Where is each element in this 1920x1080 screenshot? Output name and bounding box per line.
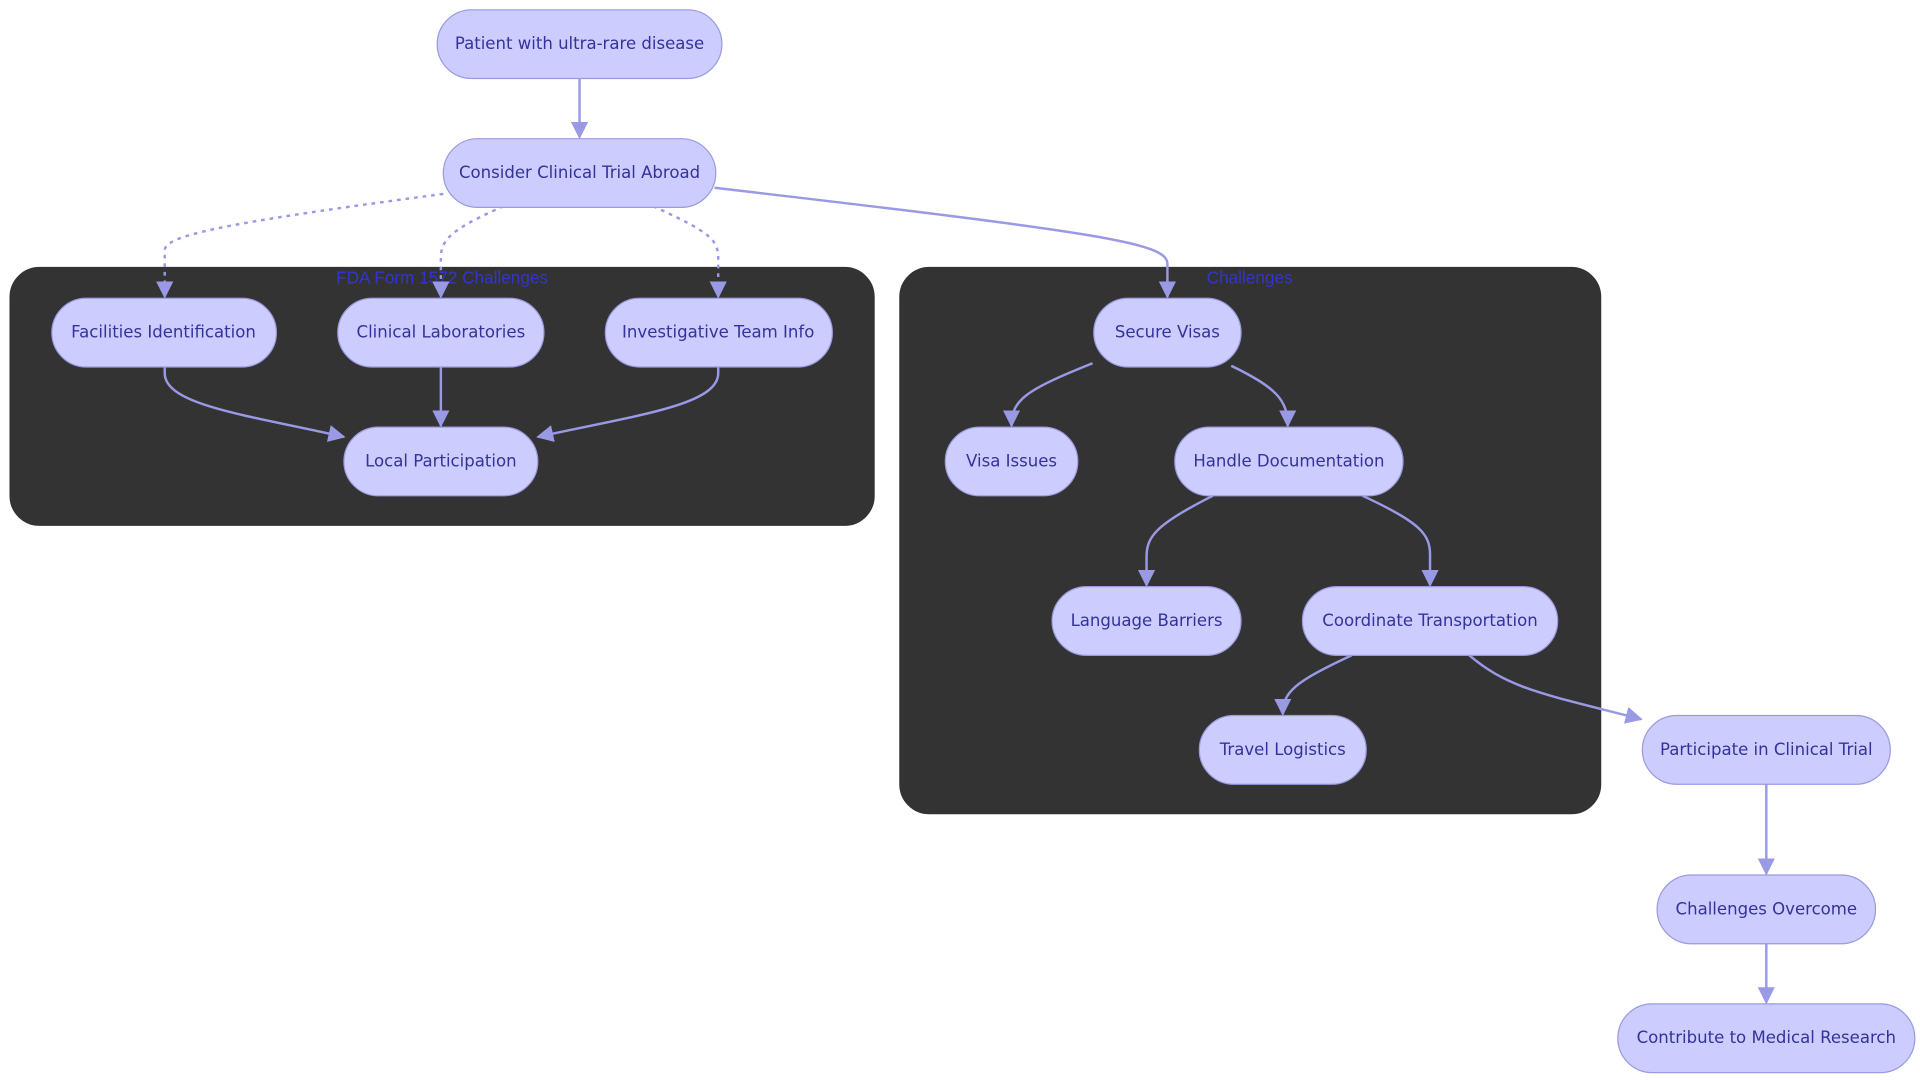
node-visaissues[interactable]: Visa Issues: [944, 426, 1079, 497]
node-local[interactable]: Local Participation: [343, 426, 539, 497]
flowchart-canvas: FDA Form 1572 Challenges Challenges Pati…: [9, 9, 1916, 1074]
node-label: Secure Visas: [1115, 323, 1220, 342]
node-label: Investigative Team Info: [622, 323, 814, 342]
node-label: Participate in Clinical Trial: [1660, 740, 1873, 759]
cluster-label-challenges: Challenges: [1207, 268, 1293, 288]
node-overcome[interactable]: Challenges Overcome: [1656, 874, 1877, 945]
node-label: Clinical Laboratories: [357, 323, 526, 342]
node-label: Language Barriers: [1071, 611, 1223, 630]
node-visas[interactable]: Secure Visas: [1093, 297, 1242, 368]
node-docs[interactable]: Handle Documentation: [1174, 426, 1404, 497]
node-label: Visa Issues: [966, 451, 1057, 470]
node-team[interactable]: Investigative Team Info: [604, 297, 833, 368]
node-label: Consider Clinical Trial Abroad: [459, 163, 700, 182]
node-labs[interactable]: Clinical Laboratories: [337, 297, 545, 368]
node-language[interactable]: Language Barriers: [1051, 586, 1242, 656]
node-travel[interactable]: Travel Logistics: [1198, 714, 1367, 785]
node-label: Local Participation: [365, 451, 516, 470]
node-label: Travel Logistics: [1219, 740, 1346, 759]
node-participate[interactable]: Participate in Clinical Trial: [1641, 714, 1891, 785]
node-label: Handle Documentation: [1193, 451, 1384, 470]
node-facilities[interactable]: Facilities Identification: [51, 297, 278, 368]
node-label: Contribute to Medical Research: [1637, 1028, 1896, 1047]
node-label: Patient with ultra-rare disease: [455, 34, 704, 53]
node-contribute[interactable]: Contribute to Medical Research: [1617, 1003, 1916, 1074]
node-label: Challenges Overcome: [1676, 899, 1858, 918]
node-patient[interactable]: Patient with ultra-rare disease: [436, 9, 723, 80]
node-label: Facilities Identification: [71, 323, 256, 342]
node-consider[interactable]: Consider Clinical Trial Abroad: [442, 138, 717, 209]
node-label: Coordinate Transportation: [1322, 611, 1537, 630]
node-transport[interactable]: Coordinate Transportation: [1301, 586, 1559, 656]
